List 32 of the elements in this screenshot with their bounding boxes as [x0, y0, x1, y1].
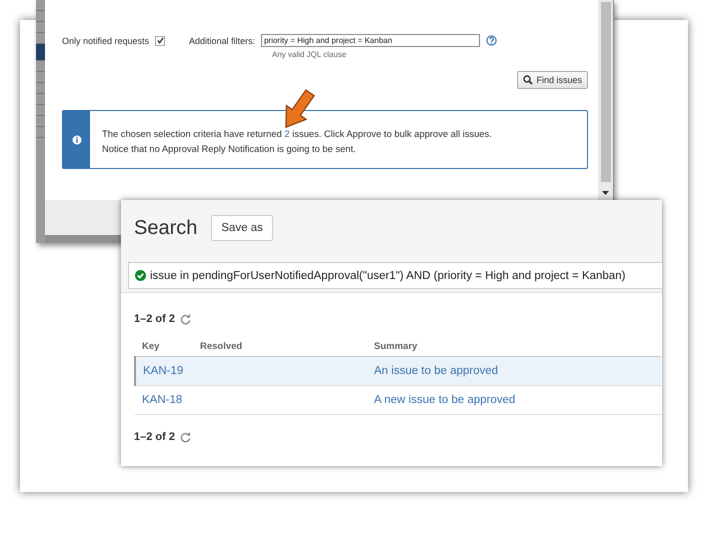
result-row[interactable]: KAN-18 A new issue to be approved — [135, 386, 661, 414]
save-as-button[interactable]: Save as — [211, 215, 273, 241]
filters-label: Additional filters: — [189, 36, 256, 46]
notified-label: Only notified requests — [62, 36, 150, 46]
column-header[interactable]: Resolved — [193, 341, 367, 356]
check-icon — [135, 270, 146, 281]
issue-count-link[interactable]: 2 — [284, 128, 290, 139]
find-issues-button[interactable]: Find issues — [517, 71, 588, 89]
search-icon — [523, 75, 534, 85]
message-text: The chosen selection criteria have returned 2 issues. Click Approve to bulk approve all issues. — [102, 127, 492, 141]
scroll-down-icon[interactable] — [602, 191, 609, 196]
refresh-icon[interactable] — [180, 432, 191, 442]
issue-summary-link[interactable]: A new issue to be approved — [367, 386, 661, 414]
scrollbar[interactable] — [598, 0, 613, 200]
search-title: Search — [134, 216, 198, 240]
notified-checkbox[interactable] — [155, 36, 166, 46]
refresh-icon[interactable] — [180, 314, 191, 324]
message-note: Notice that no Approval Reply Notification is going to be sent. — [102, 142, 357, 156]
field-hint: Any valid JQL clause — [272, 50, 348, 59]
issue-key-link[interactable]: KAN-19 — [135, 356, 193, 386]
issue-summary-link[interactable]: An issue to be approved — [367, 356, 661, 386]
query-field[interactable]: issue in pendingForUserNotifiedApproval("user1") AND (priority = High and project = Kanban) — [128, 262, 662, 289]
result-row[interactable]: KAN-19 An issue to be approved — [135, 356, 661, 386]
result-count: 1–2 of 2 — [134, 313, 175, 325]
result-count: 1–2 of 2 — [134, 431, 175, 443]
filters-field[interactable]: priority = High and project = Kanban — [261, 34, 480, 47]
help-icon[interactable] — [486, 35, 498, 46]
column-header[interactable]: Key — [135, 341, 193, 356]
info-icon — [72, 134, 82, 144]
issue-key-link[interactable]: KAN-18 — [135, 386, 193, 414]
column-header[interactable]: Summary — [367, 341, 661, 356]
check-icon — [156, 37, 164, 44]
